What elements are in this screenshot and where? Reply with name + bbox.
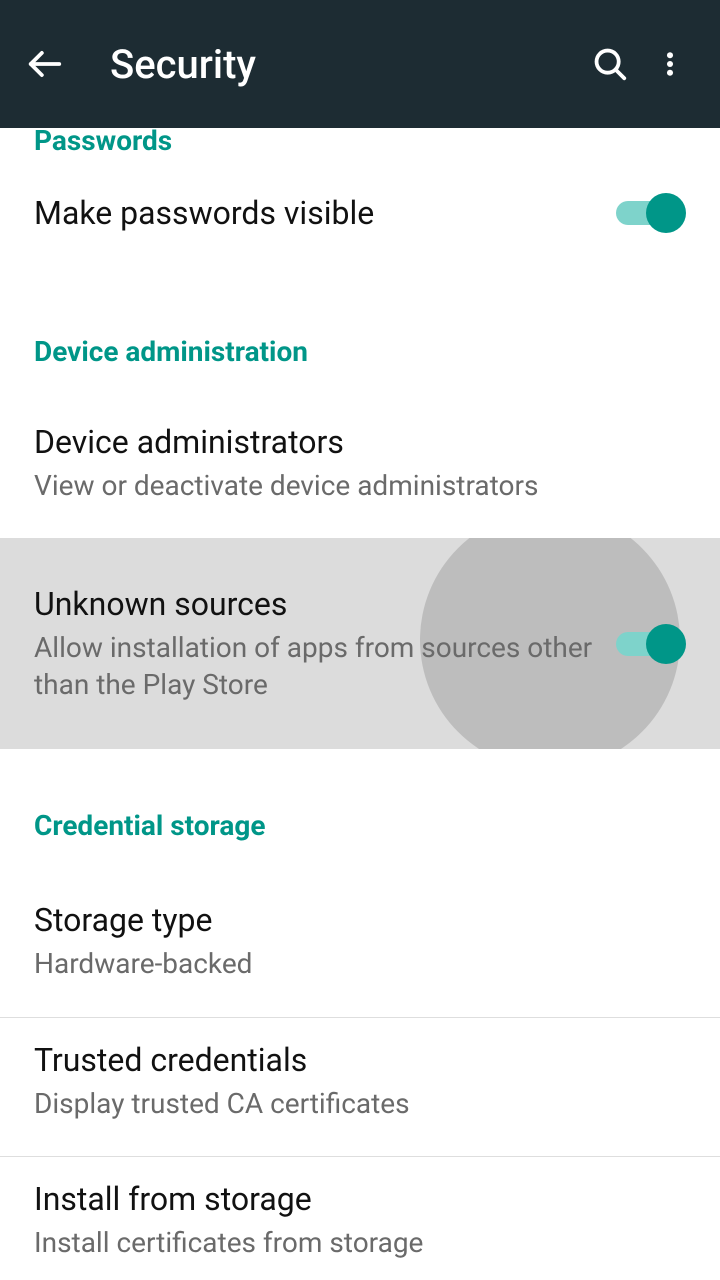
arrow-back-icon (26, 45, 64, 83)
setting-text: Trusted credentials Display trusted CA c… (34, 1040, 686, 1122)
setting-device-administrators[interactable]: Device administrators View or deactivate… (0, 400, 720, 538)
settings-content: Passwords Make passwords visible Device … (0, 128, 720, 1280)
setting-install-from-storage[interactable]: Install from storage Install certificate… (0, 1157, 720, 1280)
toggle-thumb (646, 624, 686, 664)
toggle-make-passwords-visible[interactable] (616, 193, 686, 233)
setting-title: Make passwords visible (34, 193, 596, 233)
setting-subtitle: Install certificates from storage (34, 1225, 686, 1261)
setting-subtitle: Hardware-backed (34, 946, 686, 982)
section-header-passwords: Passwords (0, 128, 720, 169)
setting-title: Storage type (34, 900, 686, 940)
setting-title: Device administrators (34, 422, 686, 462)
section-header-device-administration: Device administration (0, 263, 720, 400)
setting-trusted-credentials[interactable]: Trusted credentials Display trusted CA c… (0, 1018, 720, 1156)
setting-storage-type[interactable]: Storage type Hardware-backed (0, 878, 720, 1016)
setting-text: Install from storage Install certificate… (34, 1179, 686, 1261)
toggle-unknown-sources[interactable] (616, 624, 686, 664)
page-title: Security (110, 41, 580, 88)
setting-subtitle: Allow installation of apps from sources … (34, 630, 596, 703)
setting-title: Install from storage (34, 1179, 686, 1219)
search-button[interactable] (580, 34, 640, 94)
back-button[interactable] (20, 39, 70, 89)
toggle-thumb (646, 193, 686, 233)
setting-text: Make passwords visible (34, 193, 596, 233)
setting-title: Unknown sources (34, 584, 596, 624)
setting-unknown-sources[interactable]: Unknown sources Allow installation of ap… (0, 538, 720, 749)
search-icon (591, 45, 629, 83)
setting-subtitle: Display trusted CA certificates (34, 1086, 686, 1122)
more-vert-icon (656, 44, 684, 84)
setting-text: Storage type Hardware-backed (34, 900, 686, 982)
app-bar: Security (0, 0, 720, 128)
setting-text: Unknown sources Allow installation of ap… (34, 584, 596, 703)
setting-title: Trusted credentials (34, 1040, 686, 1080)
setting-make-passwords-visible[interactable]: Make passwords visible (0, 169, 720, 263)
section-header-credential-storage: Credential storage (0, 749, 720, 878)
setting-subtitle: View or deactivate device administrators (34, 468, 686, 504)
setting-text: Device administrators View or deactivate… (34, 422, 686, 504)
overflow-menu-button[interactable] (640, 34, 700, 94)
